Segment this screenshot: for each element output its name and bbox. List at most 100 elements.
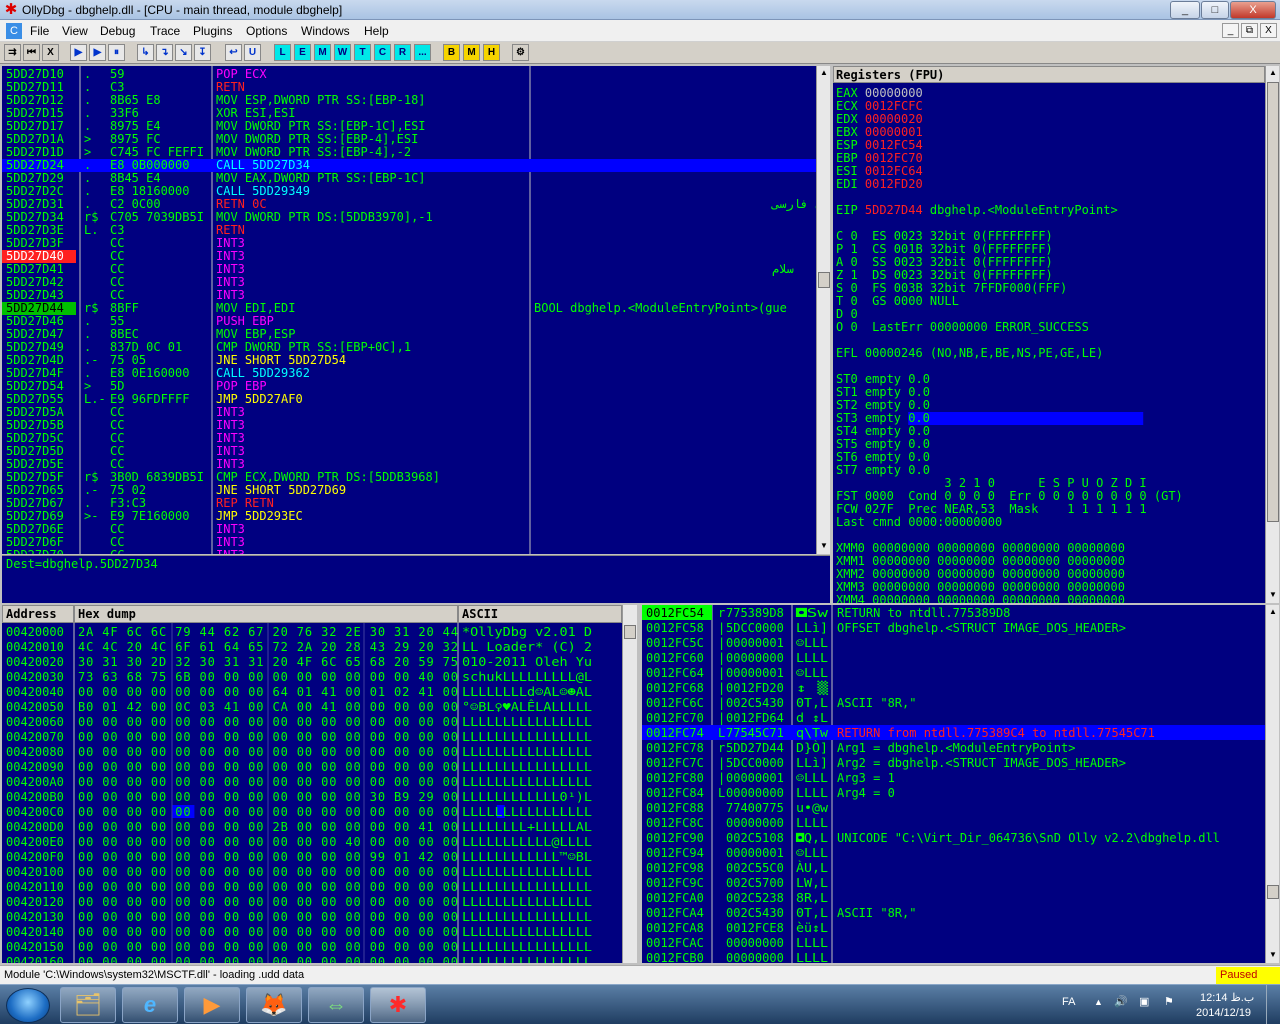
instruction-bytes: CC [110, 444, 124, 458]
hardware-breakpoints-button[interactable]: H [483, 44, 500, 61]
scroll-thumb[interactable] [624, 625, 636, 639]
dump-hex-bytes: 00 00 00 00 00 00 00 00 00 00 00 00 00 0… [78, 925, 458, 939]
register-text: EAX [836, 86, 865, 100]
mdi-restore-button[interactable]: ⧉ [1241, 23, 1258, 38]
references-window-button[interactable]: R [394, 44, 411, 61]
stack-address: 0012FC88 [646, 801, 704, 815]
scroll-thumb[interactable] [1267, 82, 1279, 522]
disassembler-scrollbar[interactable]: ▲ ▼ [816, 66, 830, 554]
volume-icon[interactable]: 🔊 [1114, 995, 1128, 1008]
restart-icon[interactable]: ⏮ [23, 44, 40, 61]
execute-till-return-icon[interactable]: ↩ [225, 44, 242, 61]
dump-pane[interactable]: 00420000 2A 4F 6C 6C 79 44 62 67 20 76 32… [2, 605, 622, 963]
jump-marker: L.- [84, 392, 106, 406]
scroll-down-arrow[interactable]: ▼ [818, 540, 830, 552]
run-icon[interactable]: ▶ [70, 44, 87, 61]
dump-header-hex[interactable]: Hex dump [74, 605, 458, 623]
firefox-taskbar-icon[interactable]: 🦊 [246, 987, 302, 1023]
clock-date[interactable]: 2014/12/19 [1196, 1007, 1251, 1019]
open-file-icon[interactable]: ⇉ [4, 44, 21, 61]
clock-time[interactable]: 12:14 ب.ظ [1200, 991, 1254, 1004]
dump-hex-bytes: 73 63 68 75 6B 00 00 00 00 00 00 00 00 0… [78, 670, 458, 684]
show-hidden-icons-icon[interactable]: ▲ [1094, 997, 1103, 1007]
settings-icon[interactable]: ⚙ [512, 44, 529, 61]
scroll-up-arrow[interactable]: ▲ [1267, 606, 1279, 618]
scroll-down-arrow[interactable]: ▼ [1267, 949, 1279, 961]
mdi-close-button[interactable]: X [1260, 23, 1277, 38]
instruction-mnemonic: INT3 [216, 431, 245, 445]
step-over-icon[interactable]: ↴ [156, 44, 173, 61]
stack-ascii: ☺LLL [796, 636, 828, 650]
more-windows-button[interactable]: ... [414, 44, 431, 61]
register-text: EBP [836, 151, 865, 165]
windows-window-button[interactable]: W [334, 44, 351, 61]
show-desktop-button[interactable] [1266, 985, 1280, 1024]
minimize-button[interactable]: _ [1170, 1, 1200, 19]
stack-scrollbar[interactable]: ▲ ▼ [1265, 605, 1279, 963]
run-thread-icon[interactable]: ▶ [89, 44, 106, 61]
scroll-thumb[interactable] [818, 272, 830, 288]
ollydbg-taskbar-icon[interactable]: ✱ [370, 987, 426, 1023]
stack-ascii: ÀU,L [796, 860, 828, 875]
menu-view[interactable]: View [62, 24, 88, 38]
language-indicator[interactable]: FA [1062, 996, 1075, 1008]
registers-title[interactable]: Registers (FPU) [833, 66, 1265, 83]
registers-pane[interactable]: EAX 00000000 ECX 0012FCFC EDX 00000020 EBX … [833, 66, 1265, 603]
cpu-window-icon[interactable]: C [6, 23, 22, 39]
step-into-icon[interactable]: ↳ [137, 44, 154, 61]
media-player-taskbar-icon[interactable]: ▶ [184, 987, 240, 1023]
dump-header-address[interactable]: Address [2, 605, 74, 623]
scroll-thumb[interactable] [1267, 885, 1279, 899]
scroll-up-arrow[interactable]: ▲ [1267, 67, 1279, 79]
memory-window-button[interactable]: M [314, 44, 331, 61]
stack-pane[interactable]: 0012FC54 r 775389D8 ◘Sw RETURN to ntdll.7753… [642, 605, 1265, 963]
menu-plugins[interactable]: Plugins [193, 24, 232, 38]
jump-marker: . [84, 327, 91, 341]
instruction-mnemonic: XOR ESI,ESI [216, 106, 295, 120]
internet-explorer-taskbar-icon[interactable]: e [122, 987, 178, 1023]
network-icon[interactable]: ▣ [1139, 995, 1149, 1008]
cpu-window-button[interactable]: C [374, 44, 391, 61]
menu-windows[interactable]: Windows [301, 24, 350, 38]
instruction-bytes: E8 0B000000 [110, 158, 189, 172]
execute-till-user-code-icon[interactable]: U [244, 44, 261, 61]
menu-options[interactable]: Options [246, 24, 287, 38]
instruction-mnemonic: INT3 [216, 457, 245, 471]
breakpoints-button[interactable]: B [443, 44, 460, 61]
menu-trace[interactable]: Trace [150, 24, 180, 38]
animate-over-icon[interactable]: ↧ [194, 44, 211, 61]
menu-help[interactable]: Help [364, 24, 389, 38]
register-text: EDI [836, 177, 865, 191]
dump-scrollbar[interactable] [622, 605, 637, 963]
start-button[interactable] [6, 988, 50, 1023]
info-text: Dest=dbghelp.5DD27D34 [6, 557, 158, 571]
registers-scrollbar[interactable]: ▲ ▼ [1265, 66, 1279, 603]
network-tool-taskbar-icon[interactable]: ⇔ [308, 987, 364, 1023]
mdi-minimize-button[interactable]: _ [1222, 23, 1239, 38]
instruction-mnemonic: MOV DWORD PTR SS:[EBP-1C],ESI [216, 119, 426, 133]
log-window-button[interactable]: L [274, 44, 291, 61]
dump-address: 00420160 [6, 955, 64, 963]
dump-address: 004200B0 [6, 790, 64, 804]
modules-window-button[interactable]: E [294, 44, 311, 61]
maximize-button[interactable]: □ [1201, 1, 1229, 19]
animate-into-icon[interactable]: ↘ [175, 44, 192, 61]
threads-window-button[interactable]: T [354, 44, 371, 61]
scroll-up-arrow[interactable]: ▲ [818, 67, 830, 79]
close-program-icon[interactable]: X [42, 44, 59, 61]
stack-comment: Arg2 = dbghelp.<STRUCT IMAGE_DOS_HEADER> [837, 756, 1126, 770]
dump-header-ascii[interactable]: ASCII [458, 605, 622, 623]
stack-value: 00000000 [726, 786, 784, 800]
action-center-icon[interactable]: ⚑ [1164, 995, 1174, 1008]
menu-debug[interactable]: Debug [100, 24, 135, 38]
close-button[interactable]: X [1230, 1, 1276, 19]
disassembler-pane[interactable]: 5DD27D10. 59 POP ECX 5DD27D11. C3 RETN 5DD27D1… [2, 66, 816, 554]
dump-address: 00420060 [6, 715, 64, 729]
scroll-down-arrow[interactable]: ▼ [1267, 589, 1279, 601]
explorer-taskbar-icon[interactable]: 🗂 [60, 987, 116, 1023]
pause-icon[interactable]: ⏸ [108, 44, 125, 61]
memory-breakpoints-button[interactable]: M [463, 44, 480, 61]
dump-ascii: LLLLLLLLLLLLLLLL [462, 910, 592, 924]
menu-file[interactable]: File [30, 24, 49, 38]
dump-ascii: LL Loader* (C) 2 [462, 640, 592, 654]
